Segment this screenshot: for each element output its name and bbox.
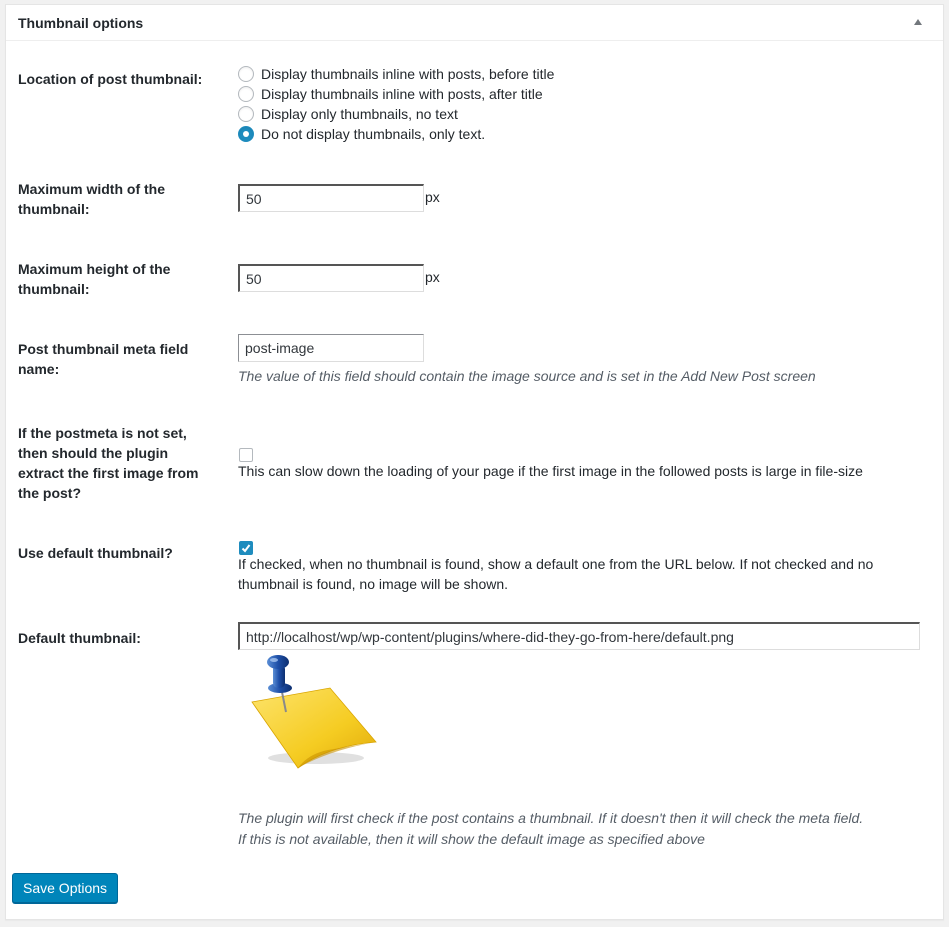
- location-option-only-thumbnails[interactable]: Display only thumbnails, no text: [238, 104, 638, 124]
- location-option-no-thumbnails[interactable]: Do not display thumbnails, only text.: [238, 124, 638, 144]
- meta-field-label-line2: name:: [18, 361, 60, 377]
- extract-first-help: This can slow down the loading of your p…: [238, 463, 863, 479]
- max-height-label: Maximum height of the thumbnail:: [18, 259, 218, 299]
- max-width-label: Maximum width of the thumbnail:: [18, 179, 218, 219]
- default-thumbnail-input[interactable]: http://localhost/wp/wp-content/plugins/w…: [238, 622, 920, 650]
- location-option-after-title[interactable]: Display thumbnails inline with posts, af…: [238, 84, 638, 104]
- radio-label: Display thumbnails inline with posts, af…: [261, 86, 543, 102]
- extract-first-checkbox[interactable]: [239, 448, 253, 462]
- radio-no-thumbnails[interactable]: [238, 126, 254, 142]
- use-default-help-line2: thumbnail is found, no image will be sho…: [238, 576, 509, 592]
- extract-first-label-line4: the post?: [18, 485, 81, 501]
- meta-field-description: The value of this field should contain t…: [238, 368, 816, 384]
- pushpin-sticky-note-image: [238, 650, 378, 770]
- max-height-input[interactable]: 50: [238, 264, 424, 292]
- default-thumbnail-note: The plugin will first check if the post …: [238, 808, 928, 850]
- extract-first-label-line3: extract the first image from: [18, 465, 199, 481]
- radio-after-title[interactable]: [238, 86, 254, 102]
- default-thumbnail-label: Default thumbnail:: [18, 630, 141, 646]
- max-height-label-line1: Maximum height of the: [18, 261, 171, 277]
- meta-field-label-line1: Post thumbnail meta field: [18, 341, 189, 357]
- radio-label: Do not display thumbnails, only text.: [261, 126, 486, 142]
- radio-label: Display thumbnails inline with posts, be…: [261, 66, 555, 82]
- radio-before-title[interactable]: [238, 66, 254, 82]
- radio-only-thumbnails[interactable]: [238, 106, 254, 122]
- triangle-up-icon[interactable]: [911, 15, 925, 29]
- max-width-label-line2: thumbnail:: [18, 201, 90, 217]
- max-height-unit: px: [425, 269, 440, 285]
- location-radio-group: Display thumbnails inline with posts, be…: [238, 64, 638, 144]
- default-thumbnail-note-line2: If this is not available, then it will s…: [238, 831, 705, 847]
- max-width-label-line1: Maximum width of the: [18, 181, 165, 197]
- meta-field-label: Post thumbnail meta field name:: [18, 339, 218, 379]
- location-label: Location of post thumbnail:: [18, 71, 203, 87]
- default-thumbnail-note-line1: The plugin will first check if the post …: [238, 810, 864, 826]
- panel-title: Thumbnail options: [18, 15, 144, 31]
- use-default-help-line1: If checked, when no thumbnail is found, …: [238, 556, 874, 572]
- save-options-button[interactable]: Save Options: [12, 873, 119, 903]
- checkmark-icon: [241, 544, 251, 553]
- extract-first-label: If the postmeta is not set, then should …: [18, 423, 223, 503]
- meta-field-input[interactable]: post-image: [238, 334, 424, 362]
- location-option-before-title[interactable]: Display thumbnails inline with posts, be…: [238, 64, 638, 84]
- max-width-unit: px: [425, 189, 440, 205]
- panel-header: Thumbnail options: [6, 5, 943, 41]
- use-default-checkbox[interactable]: [239, 541, 253, 555]
- extract-first-label-line1: If the postmeta is not set,: [18, 425, 187, 441]
- extract-first-label-line2: then should the plugin: [18, 445, 169, 461]
- use-default-help: If checked, when no thumbnail is found, …: [238, 554, 928, 594]
- radio-label: Display only thumbnails, no text: [261, 106, 458, 122]
- use-default-label: Use default thumbnail?: [18, 545, 173, 561]
- max-height-label-line2: thumbnail:: [18, 281, 90, 297]
- max-width-input[interactable]: 50: [238, 184, 424, 212]
